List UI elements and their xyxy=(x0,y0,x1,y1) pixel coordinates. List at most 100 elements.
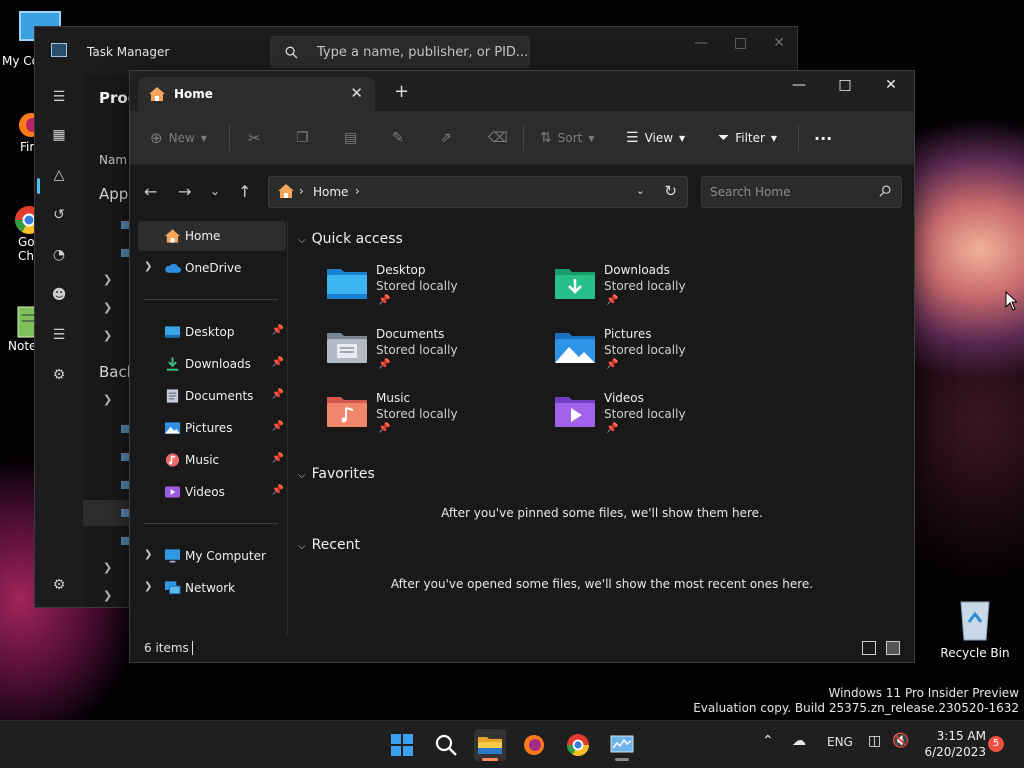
search-input[interactable]: Search Home xyxy=(701,176,902,208)
task-manager-search-input[interactable]: Type a name, publisher, or PID... xyxy=(270,36,530,68)
cut-icon[interactable]: ✂ xyxy=(248,128,261,148)
sidebar-item-music[interactable]: Music 📌 xyxy=(138,445,286,475)
section-header-favorites[interactable]: ⌵ Favorites xyxy=(298,466,375,482)
search-button[interactable] xyxy=(430,729,462,761)
minimize-icon[interactable]: — xyxy=(694,35,708,51)
close-icon[interactable]: ✕ xyxy=(868,71,914,101)
show-hidden-icons-chevron-icon[interactable]: ⌃ xyxy=(762,733,774,749)
task-manager-titlebar[interactable]: Task Manager Type a name, publisher, or … xyxy=(35,27,797,75)
desktop-icon-recycle-bin[interactable]: Recycle Bin xyxy=(940,598,1010,660)
file-explorer-window[interactable]: Home ✕ + — □ ✕ ⊕ New ▼ ✂ ❐ ▤ ✎ ⇗ ⌫ ⇅ Sor… xyxy=(129,70,915,663)
sidebar-item-documents[interactable]: Documents 📌 xyxy=(138,381,286,411)
startup-apps-icon[interactable]: ◔ xyxy=(47,243,71,267)
quick-access-item-downloads[interactable]: Downloads Stored locally 📌 xyxy=(554,263,754,317)
view-button[interactable]: ☰ View ▼ xyxy=(626,128,685,148)
maximize-icon[interactable]: □ xyxy=(734,35,747,51)
desktop-icon-firefox[interactable]: Fir xyxy=(4,110,43,154)
processes-icon[interactable]: ▦ xyxy=(47,123,71,147)
quick-access-item-videos[interactable]: Videos Stored locally 📌 xyxy=(554,391,754,445)
sidebar-item-onedrive[interactable]: ❯ OneDrive xyxy=(138,253,286,283)
back-arrow-icon[interactable]: ← xyxy=(144,182,157,201)
pin-icon[interactable]: 📌 xyxy=(272,453,284,464)
expand-chevron-icon[interactable]: ❯ xyxy=(144,581,152,592)
tiles-view-icon[interactable] xyxy=(886,641,900,655)
maximize-icon[interactable]: □ xyxy=(822,71,868,101)
refresh-icon[interactable]: ↻ xyxy=(664,182,677,200)
taskbar-chrome[interactable] xyxy=(562,729,594,761)
services-icon[interactable]: ⚙ xyxy=(47,363,71,387)
performance-icon[interactable]: △ xyxy=(47,163,71,187)
pin-icon[interactable]: 📌 xyxy=(272,325,284,336)
sidebar-item-desktop[interactable]: Desktop 📌 xyxy=(138,317,286,347)
expand-chevron-icon[interactable]: ❯ xyxy=(144,549,152,560)
details-icon[interactable]: ☰ xyxy=(47,323,71,347)
filter-button-label: Filter xyxy=(735,131,765,145)
quick-access-item-desktop[interactable]: Desktop Stored locally 📌 xyxy=(326,263,526,317)
details-view-icon[interactable] xyxy=(862,641,876,655)
recent-locations-chevron-icon[interactable]: ⌄ xyxy=(210,184,220,198)
expand-chevron-icon[interactable]: ❯ xyxy=(103,329,112,342)
collapse-chevron-icon[interactable]: ⌵ xyxy=(298,470,306,481)
expand-chevron-icon[interactable]: ❯ xyxy=(103,301,112,314)
tab-home[interactable]: Home ✕ xyxy=(138,77,375,111)
address-dropdown-chevron-icon[interactable]: ⌄ xyxy=(636,184,645,197)
forward-arrow-icon[interactable]: → xyxy=(178,182,191,201)
collapse-chevron-icon[interactable]: ⌵ xyxy=(298,235,306,246)
pin-icon[interactable]: 📌 xyxy=(272,485,284,496)
close-icon[interactable]: ✕ xyxy=(773,35,785,51)
app-history-icon[interactable]: ↺ xyxy=(47,203,71,227)
sidebar-item-pictures[interactable]: Pictures 📌 xyxy=(138,413,286,443)
share-icon[interactable]: ⇗ xyxy=(440,128,452,148)
section-header-quick-access[interactable]: ⌵ Quick access xyxy=(298,231,403,247)
pin-icon[interactable]: 📌 xyxy=(272,357,284,368)
quick-access-item-documents[interactable]: Documents Stored locally 📌 xyxy=(326,327,526,381)
see-more-button[interactable]: ... xyxy=(814,124,832,144)
breadcrumb-home[interactable]: Home xyxy=(313,185,348,199)
address-bar[interactable]: › Home › ⌄ ↻ xyxy=(268,176,688,208)
new-button[interactable]: ⊕ New ▼ xyxy=(150,128,207,148)
column-header-name[interactable]: Nam xyxy=(99,153,127,167)
new-tab-plus-icon[interactable]: + xyxy=(394,81,409,102)
notification-badge[interactable]: 5 xyxy=(988,736,1004,752)
sidebar-item-downloads[interactable]: Downloads 📌 xyxy=(138,349,286,379)
taskbar-firefox[interactable] xyxy=(518,729,550,761)
quick-access-item-music[interactable]: Music Stored locally 📌 xyxy=(326,391,526,445)
copy-icon[interactable]: ❐ xyxy=(296,128,309,148)
clock[interactable]: 3:15 AM 6/20/2023 xyxy=(920,728,986,760)
rename-icon[interactable]: ✎ xyxy=(392,128,404,148)
toolbar-divider xyxy=(523,125,524,151)
users-icon[interactable]: ☻ xyxy=(47,283,71,307)
expand-chevron-icon[interactable]: ❯ xyxy=(103,393,112,406)
expand-chevron-icon[interactable]: ❯ xyxy=(103,273,112,286)
breadcrumb-separator-icon[interactable]: › xyxy=(299,184,304,198)
language-indicator[interactable]: ENG xyxy=(827,735,853,749)
quick-access-item-pictures[interactable]: Pictures Stored locally 📌 xyxy=(554,327,754,381)
pin-icon[interactable]: 📌 xyxy=(272,389,284,400)
paste-icon[interactable]: ▤ xyxy=(344,128,357,148)
up-arrow-icon[interactable]: ↑ xyxy=(238,182,251,201)
sidebar-item-network[interactable]: ❯ Network xyxy=(138,573,286,603)
hamburger-menu-icon[interactable]: ☰ xyxy=(47,85,71,109)
filter-button[interactable]: ⏷ Filter ▼ xyxy=(718,128,777,148)
close-tab-icon[interactable]: ✕ xyxy=(350,84,363,102)
expand-chevron-icon[interactable]: ❯ xyxy=(103,589,112,602)
taskbar-file-explorer[interactable] xyxy=(474,729,506,761)
settings-gear-icon[interactable]: ⚙ xyxy=(47,573,71,597)
taskbar-task-manager[interactable] xyxy=(606,729,638,761)
expand-chevron-icon[interactable]: ❯ xyxy=(103,561,112,574)
collapse-chevron-icon[interactable]: ⌵ xyxy=(298,541,306,552)
sidebar-item-home[interactable]: Home xyxy=(138,221,286,251)
sort-button[interactable]: ⇅ Sort ▼ xyxy=(540,128,595,148)
sidebar-item-videos[interactable]: Videos 📌 xyxy=(138,477,286,507)
start-button[interactable] xyxy=(386,729,418,761)
network-icon[interactable]: ◫ xyxy=(868,733,881,749)
delete-icon[interactable]: ⌫ xyxy=(488,128,508,148)
section-header-recent[interactable]: ⌵ Recent xyxy=(298,537,360,553)
sidebar-item-my-computer[interactable]: ❯ My Computer xyxy=(138,541,286,571)
expand-chevron-icon[interactable]: ❯ xyxy=(144,261,152,272)
onedrive-offline-icon[interactable]: ☁ xyxy=(792,733,806,749)
pin-icon[interactable]: 📌 xyxy=(272,421,284,432)
volume-muted-icon[interactable]: 🔇 xyxy=(892,733,909,749)
breadcrumb-separator-icon[interactable]: › xyxy=(355,184,360,198)
minimize-icon[interactable]: — xyxy=(776,71,822,101)
